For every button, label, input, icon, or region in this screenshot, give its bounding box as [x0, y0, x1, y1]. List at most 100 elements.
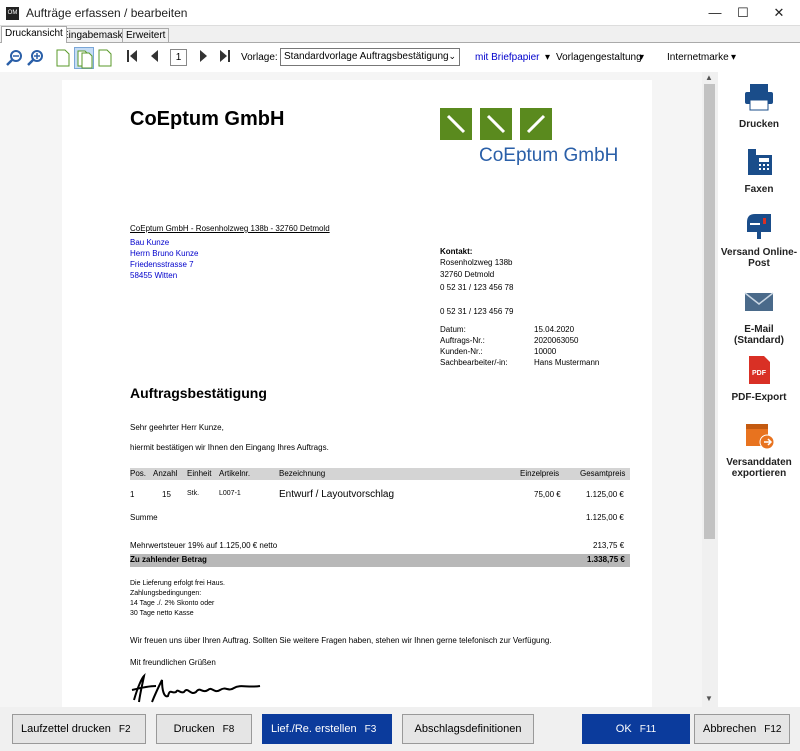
last-page-icon[interactable]	[219, 49, 231, 63]
page-number-input[interactable]: 1	[170, 49, 187, 66]
close-button[interactable]: ✕	[762, 0, 796, 26]
meta-label: Sachbearbeiter/-in:	[440, 358, 508, 367]
tab-erweitert[interactable]: Erweitert	[122, 28, 170, 43]
abbrechen-button[interactable]: Abbrechen F12	[694, 714, 790, 744]
footer-bar: Laufzettel drucken F2 Drucken F8 Lief./Re.…	[0, 707, 800, 751]
page-layout-icon[interactable]	[98, 49, 112, 67]
scroll-down-icon[interactable]: ▼	[705, 694, 713, 703]
vertical-scrollbar[interactable]: ▲ ▼	[702, 72, 717, 707]
summe-value: 1.125,00 €	[586, 513, 624, 522]
vorlage-label: Vorlage:	[241, 52, 278, 63]
faxen-action[interactable]: Faxen	[718, 147, 800, 195]
terms-line: 30 Tage netto Kasse	[130, 610, 194, 617]
table-cell: Stk.	[187, 490, 200, 497]
two-page-view-button[interactable]	[74, 47, 94, 69]
vorlage-select[interactable]: Standardvorlage Auftragsbestätigung ⌄	[280, 48, 460, 66]
previous-page-icon[interactable]	[150, 49, 160, 63]
scroll-up-icon[interactable]: ▲	[705, 73, 713, 82]
mailbox-icon	[747, 214, 771, 239]
table-header: Pos.	[130, 469, 147, 478]
lief-label: Lief./Re. erstellen	[271, 723, 357, 735]
terms-line: 14 Tage ./. 2% Skonto oder	[130, 600, 215, 607]
recipient-line: Friedensstrasse 7	[130, 260, 194, 269]
shortcut-key: F12	[764, 724, 782, 735]
ok-label: OK	[615, 723, 632, 735]
total-value: 1.338,75 €	[587, 555, 625, 564]
chevron-down-icon: ⌄	[448, 51, 456, 61]
meta-value: Hans Mustermann	[534, 358, 600, 367]
greeting: Mit freundlichen Grüßen	[130, 658, 216, 667]
dropdown-arrow-icon: ▾	[639, 52, 645, 63]
lief-re-erstellen-button[interactable]: Lief./Re. erstellen F3	[262, 714, 392, 744]
briefpapier-link[interactable]: mit Briefpapier	[475, 52, 539, 63]
ok-button[interactable]: OK F11	[582, 714, 690, 744]
vorlagengestaltung-menu[interactable]: Vorlagengestaltung	[556, 52, 642, 63]
drucken-button[interactable]: Drucken F8	[156, 714, 252, 744]
abschlagsdefinitionen-button[interactable]: Abschlagsdefinitionen	[402, 714, 534, 744]
contact-line: 0 52 31 / 123 456 79	[440, 307, 514, 316]
vorlage-value: Standardvorlage Auftragsbestätigung	[284, 51, 449, 62]
laufzettel-drucken-button[interactable]: Laufzettel drucken F2	[12, 714, 146, 744]
zoom-in-icon[interactable]	[27, 49, 45, 67]
tab-bar: Druckansicht Eingabemaske Erweitert	[0, 26, 800, 43]
title-bar: OM Aufträge erfassen / bearbeiten — ☐ ✕	[0, 0, 800, 26]
terms-line: Die Lieferung erfolgt frei Haus.	[130, 580, 225, 587]
laufzettel-label: Laufzettel drucken	[21, 723, 111, 735]
drucken-action[interactable]: Drucken	[718, 82, 800, 130]
dropdown-arrow-icon: ▾	[731, 52, 737, 63]
shortcut-key: F11	[639, 724, 657, 735]
logo-text: CoEptum GmbH	[479, 145, 619, 166]
document-heading: Auftragsbestätigung	[130, 385, 267, 401]
versanddaten-label: Versanddaten exportieren	[726, 457, 792, 479]
sender-line: CoEptum GmbH - Rosenholzweg 138b - 32760…	[130, 224, 330, 233]
app-icon: OM	[6, 7, 19, 20]
meta-value: 2020063050	[534, 336, 579, 345]
pdf-export-label: PDF-Export	[731, 392, 787, 403]
contact-line: 32760 Detmold	[440, 270, 495, 279]
toolbar: 1 Vorlage: Standardvorlage Auftragsbestä…	[0, 42, 800, 72]
meta-label: Auftrags-Nr.:	[440, 336, 485, 345]
recipient-line: 58455 Witten	[130, 271, 178, 280]
shortcut-key: F8	[222, 724, 235, 735]
table-header: Gesamtpreis	[580, 469, 626, 478]
table-header: Bezeichnung	[279, 469, 326, 478]
table-header: Anzahl	[153, 469, 178, 478]
versand-online-post-label: Versand Online-Post	[720, 247, 798, 269]
versand-online-post-action[interactable]: Versand Online-Post	[718, 210, 800, 269]
table-cell: L007-1	[219, 490, 241, 497]
abbrechen-label: Abbrechen	[703, 723, 757, 735]
scrollbar-thumb[interactable]	[704, 84, 715, 539]
meta-value: 15.04.2020	[534, 325, 575, 334]
intro-text: hiermit bestätigen wir Ihnen den Eingang…	[130, 443, 329, 452]
internetmarke-menu[interactable]: Internetmarke	[667, 52, 729, 63]
email-action[interactable]: E-Mail (Standard)	[718, 287, 800, 346]
pdf-export-action[interactable]: PDF PDF-Export	[718, 355, 800, 403]
action-sidebar: Drucken Faxen Versand Online-Post E-Mail…	[718, 72, 800, 707]
drucken-button-label: Drucken	[173, 723, 215, 735]
single-page-icon[interactable]	[56, 49, 70, 67]
table-header: Einzelpreis	[520, 469, 560, 478]
contact-label: Kontakt:	[440, 247, 473, 256]
shortcut-key: F2	[118, 724, 131, 735]
tab-druckansicht[interactable]: Druckansicht	[1, 26, 67, 43]
table-cell: 1	[130, 490, 135, 499]
faxen-label: Faxen	[744, 184, 774, 195]
versanddaten-export-action[interactable]: Versanddaten exportieren	[718, 420, 800, 479]
recipient-line: Bau Kunze	[130, 238, 170, 247]
zoom-out-icon[interactable]	[6, 49, 24, 67]
maximize-button[interactable]: ☐	[726, 0, 760, 26]
salutation: Sehr geehrter Herr Kunze,	[130, 423, 224, 432]
document-page: CoEptum GmbH CoEptum GmbH CoEptum GmbH -…	[62, 80, 652, 707]
export-box-icon	[746, 424, 775, 450]
meta-label: Datum:	[440, 325, 466, 334]
mwst-label: Mehrwertsteuer 19% auf 1.125,00 € netto	[130, 541, 278, 550]
next-page-icon[interactable]	[198, 49, 208, 63]
dropdown-arrow-icon[interactable]: ▾	[545, 52, 550, 63]
window-title: Aufträge erfassen / bearbeiten	[26, 6, 188, 20]
mwst-value: 213,75 €	[593, 541, 625, 550]
first-page-icon[interactable]	[126, 49, 138, 63]
company-name: CoEptum GmbH	[130, 108, 285, 130]
svg-text:PDF: PDF	[752, 370, 767, 377]
contact-line: Rosenholzweg 138b	[440, 258, 513, 267]
abschlag-label: Abschlagsdefinitionen	[414, 723, 522, 735]
